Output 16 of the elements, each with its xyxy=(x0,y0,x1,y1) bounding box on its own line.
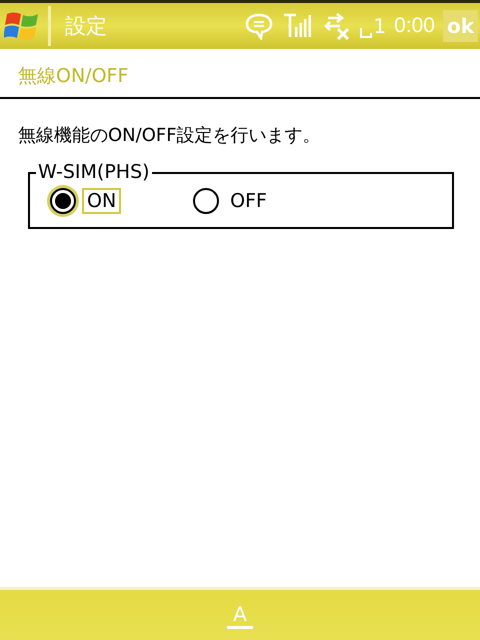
option-label[interactable]: OFF xyxy=(225,188,272,214)
group-label: W-SIM(PHS) xyxy=(37,163,151,182)
clock-time[interactable]: 0:00 xyxy=(394,14,435,38)
signal-icon[interactable] xyxy=(282,13,312,39)
bracket-icon xyxy=(360,28,372,38)
description-text: 無線機能のON/OFF設定を行います。 xyxy=(17,124,322,148)
option-label[interactable]: ON xyxy=(82,188,122,214)
indicator-text: 1 xyxy=(373,14,386,38)
message-icon[interactable] xyxy=(244,12,274,40)
ok-button[interactable]: ok xyxy=(442,10,478,42)
radio-button[interactable] xyxy=(50,188,76,214)
radio-button[interactable] xyxy=(193,188,220,214)
start-icon[interactable] xyxy=(4,10,40,42)
page-title: 無線ON/OFF xyxy=(17,64,130,89)
input-panel-button[interactable]: A xyxy=(227,602,253,628)
window-title: 設定 xyxy=(65,13,107,40)
